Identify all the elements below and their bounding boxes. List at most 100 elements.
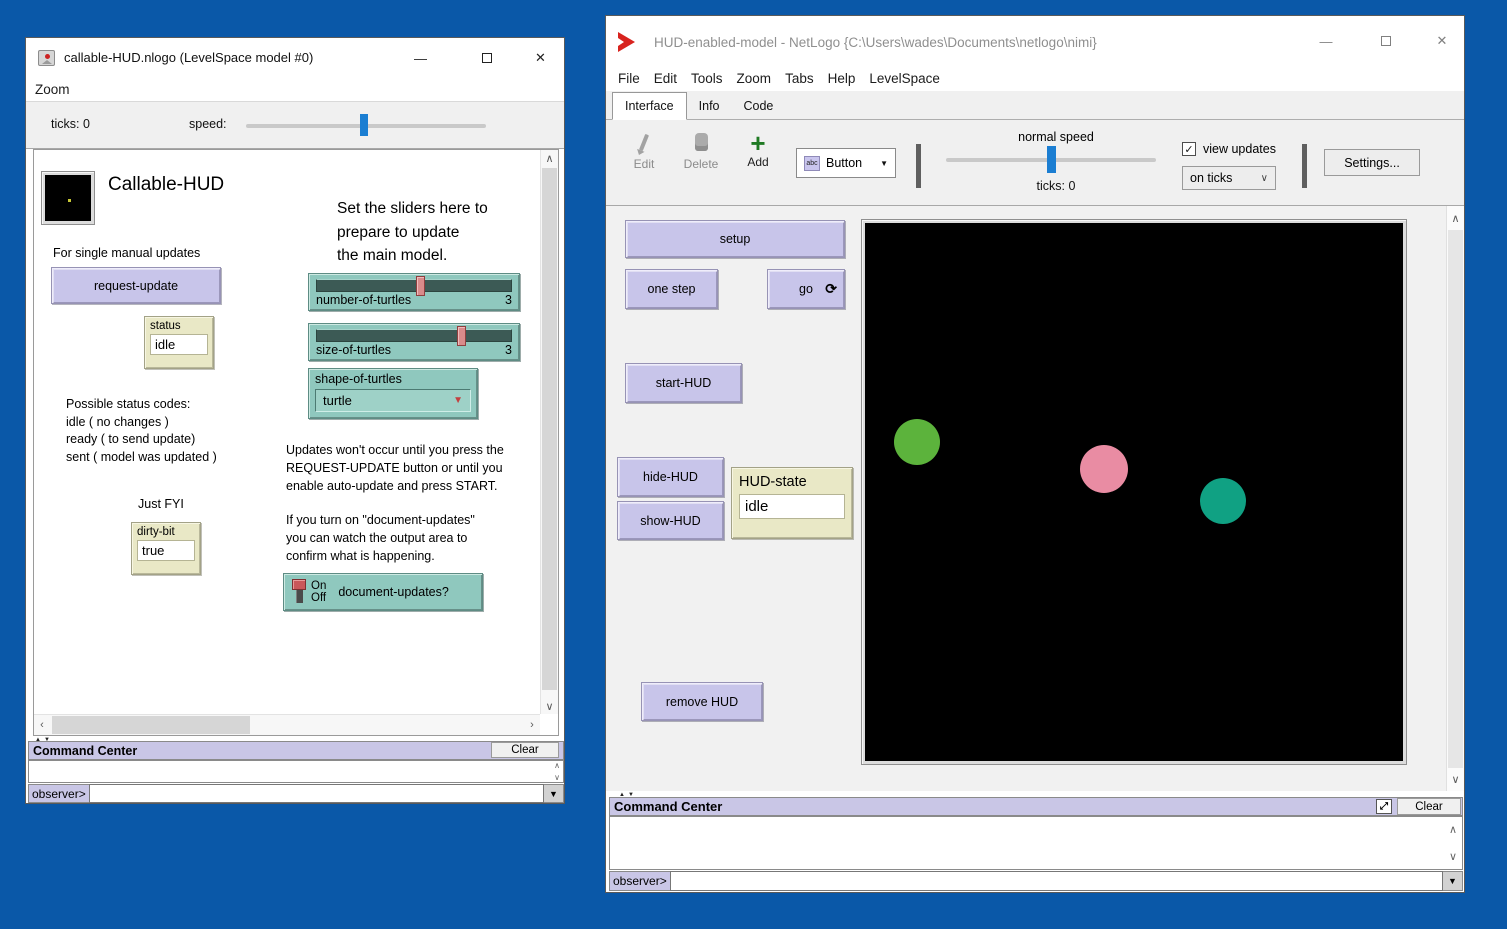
scroll-up-icon[interactable]: ∧ — [541, 150, 558, 166]
status-codes-note: Possible status codes: idle ( no changes… — [66, 396, 217, 466]
model-window-icon — [38, 50, 55, 66]
go-button-label: go — [799, 282, 813, 296]
check-icon: ✓ — [1184, 143, 1193, 156]
sliders-note-line: prepare to update — [337, 221, 488, 245]
document-updates-switch[interactable]: On Off document-updates? — [283, 573, 483, 611]
turtle-circle-pink — [1080, 445, 1128, 493]
tab-interface[interactable]: Interface — [612, 92, 687, 120]
right-toolbar: Edit Delete + Add abc Button ▼ normal sp… — [606, 120, 1464, 206]
toolbar-separator — [916, 144, 921, 188]
update-mode-dropdown[interactable]: on ticks ∨ — [1182, 166, 1276, 190]
left-observer-row: observer> ▼ — [28, 784, 564, 803]
setup-button[interactable]: setup — [625, 220, 845, 258]
updates-note: Updates won't occur until you press the … — [286, 441, 504, 495]
settings-button[interactable]: Settings... — [1324, 149, 1420, 176]
left-speed-label: speed: — [189, 117, 227, 131]
left-clear-button[interactable]: Clear — [491, 742, 559, 758]
close-button[interactable]: ✕ — [1419, 16, 1465, 66]
speed-label: normal speed — [986, 130, 1126, 144]
one-step-button[interactable]: one step — [625, 269, 718, 309]
output-scroll-up-icon[interactable]: ∧ — [1449, 823, 1457, 836]
output-scroll-up-icon[interactable]: ∧ — [554, 761, 560, 770]
close-icon: ✕ — [535, 50, 546, 66]
output-scroll-down-icon[interactable]: ∨ — [554, 773, 560, 782]
left-speed-slider-handle[interactable] — [360, 114, 368, 136]
hud-state-monitor-value: idle — [739, 494, 845, 519]
menu-tabs[interactable]: Tabs — [785, 71, 814, 86]
document-note-line: If you turn on "document-updates" — [286, 511, 475, 529]
remove-hud-button[interactable]: remove HUD — [641, 682, 763, 721]
command-input[interactable] — [89, 784, 544, 803]
slider-track[interactable] — [316, 329, 512, 342]
minimize-button[interactable]: — — [398, 38, 443, 78]
hide-hud-button[interactable]: hide-HUD — [617, 457, 724, 497]
menu-file[interactable]: File — [618, 71, 640, 86]
right-titlebar[interactable]: HUD-enabled-model - NetLogo {C:\Users\wa… — [606, 16, 1464, 66]
menu-zoom[interactable]: Zoom — [35, 82, 70, 97]
hud-state-monitor-label: HUD-state — [739, 474, 845, 490]
hud-mini-view-frame — [41, 171, 95, 225]
right-vertical-scrollbar[interactable]: ∧ ∨ — [1446, 206, 1464, 791]
command-input[interactable] — [670, 871, 1443, 891]
number-of-turtles-slider[interactable]: number-of-turtles 3 — [308, 273, 520, 311]
speed-slider-handle[interactable] — [1047, 146, 1056, 173]
widget-type-dropdown[interactable]: abc Button ▼ — [796, 148, 896, 178]
go-button[interactable]: go ⟳ — [767, 269, 845, 309]
menu-help[interactable]: Help — [828, 71, 856, 86]
delete-tool[interactable]: Delete — [678, 130, 724, 171]
scroll-right-icon[interactable]: › — [524, 715, 540, 735]
command-history-dropdown[interactable]: ▼ — [1443, 871, 1463, 891]
left-vertical-scrollbar[interactable]: ∧ ∨ — [540, 150, 558, 714]
slider-track[interactable] — [316, 279, 512, 292]
add-tool[interactable]: + Add — [740, 131, 776, 169]
command-center-expand-button[interactable]: ⤢ — [1376, 799, 1392, 814]
right-observer-row: observer> ▼ — [609, 871, 1463, 891]
observer-prompt: observer> — [28, 784, 89, 803]
tab-info[interactable]: Info — [687, 93, 732, 119]
chooser-value-box[interactable]: turtle ▼ — [315, 389, 471, 412]
menu-edit[interactable]: Edit — [654, 71, 677, 86]
sliders-note-line: Set the sliders here to — [337, 197, 488, 221]
turtle-circle-green — [894, 419, 940, 465]
switch-toggle[interactable] — [292, 579, 307, 606]
output-scroll-down-icon[interactable]: ∨ — [1449, 850, 1457, 863]
maximize-button[interactable] — [464, 38, 509, 78]
world-view-frame — [861, 219, 1407, 765]
left-horizontal-scrollbar[interactable]: ‹ › — [34, 714, 540, 735]
start-hud-button[interactable]: start-HUD — [625, 363, 742, 403]
request-update-button[interactable]: request-update — [51, 267, 221, 304]
right-clear-button[interactable]: Clear — [1397, 798, 1461, 815]
scroll-up-icon[interactable]: ∧ — [1447, 210, 1464, 226]
scrollbar-thumb[interactable] — [1448, 230, 1463, 768]
size-of-turtles-slider[interactable]: size-of-turtles 3 — [308, 323, 520, 361]
left-command-output[interactable]: ∧ ∨ — [28, 760, 564, 783]
observer-prompt: observer> — [609, 871, 670, 891]
view-updates-checkbox[interactable]: ✓ — [1182, 142, 1196, 156]
hud-state-monitor: HUD-state idle — [731, 467, 853, 539]
menu-tools[interactable]: Tools — [691, 71, 723, 86]
close-button[interactable]: ✕ — [518, 38, 563, 78]
world-view[interactable] — [865, 223, 1403, 761]
scroll-left-icon[interactable]: ‹ — [34, 715, 50, 735]
minimize-button[interactable]: — — [1301, 16, 1351, 66]
view-updates-label: view updates — [1203, 142, 1276, 156]
menu-levelspace[interactable]: LevelSpace — [869, 71, 940, 86]
command-history-dropdown[interactable]: ▼ — [544, 784, 564, 803]
edit-tool[interactable]: Edit — [624, 130, 664, 171]
show-hud-button[interactable]: show-HUD — [617, 501, 724, 540]
shape-of-turtles-chooser[interactable]: shape-of-turtles turtle ▼ — [308, 368, 478, 419]
scrollbar-thumb[interactable] — [52, 716, 250, 734]
right-command-output[interactable]: ∧ ∨ — [609, 816, 1463, 870]
dirty-bit-monitor-label: dirty-bit — [137, 526, 195, 538]
switch-knob[interactable] — [292, 579, 306, 590]
left-titlebar[interactable]: callable-HUD.nlogo (LevelSpace model #0)… — [26, 38, 564, 78]
document-note: If you turn on "document-updates" you ca… — [286, 511, 475, 565]
tab-code[interactable]: Code — [732, 93, 786, 119]
maximize-button[interactable] — [1361, 16, 1411, 66]
scrollbar-thumb[interactable] — [542, 168, 557, 690]
scroll-down-icon[interactable]: ∨ — [1447, 771, 1464, 787]
scroll-down-icon[interactable]: ∨ — [541, 698, 558, 714]
menu-zoom[interactable]: Zoom — [737, 71, 772, 86]
hud-mini-view[interactable] — [45, 175, 91, 221]
single-updates-note: For single manual updates — [53, 246, 200, 260]
